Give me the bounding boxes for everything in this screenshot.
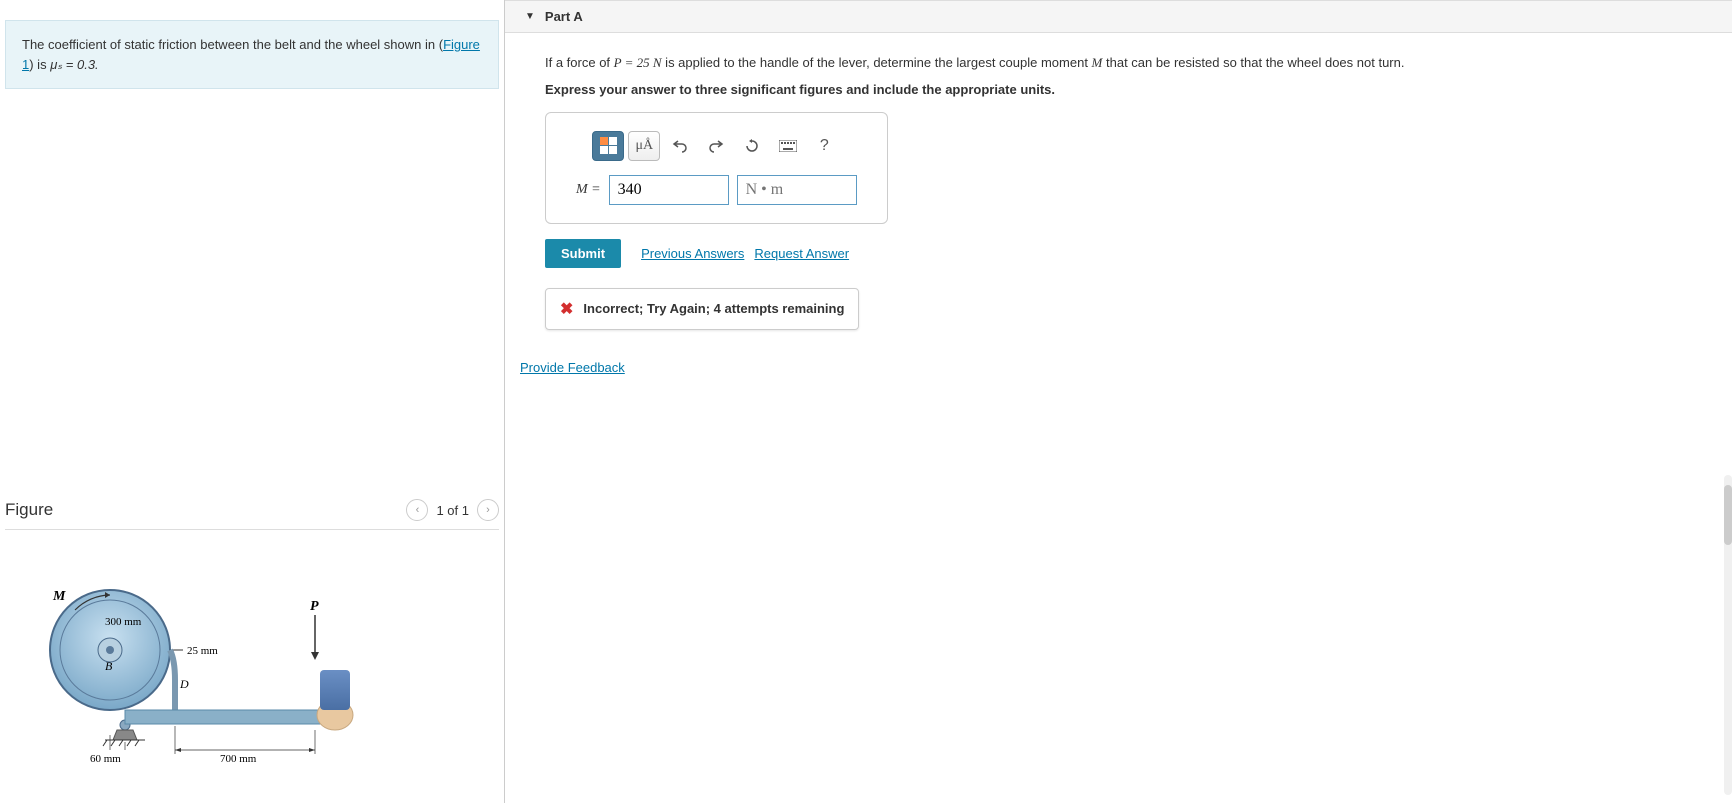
part-a-header[interactable]: ▼ Part A xyxy=(505,0,1732,33)
answer-value-input[interactable] xyxy=(609,175,729,205)
part-a-title: Part A xyxy=(545,9,583,24)
figure-title: Figure xyxy=(5,500,53,520)
answer-box: μÅ ? M = xyxy=(545,112,888,224)
problem-text-after: ) is xyxy=(29,57,50,72)
problem-statement: The coefficient of static friction betwe… xyxy=(5,20,499,89)
help-button[interactable]: ? xyxy=(808,131,840,161)
problem-text: The coefficient of static friction betwe… xyxy=(22,37,443,52)
redo-button[interactable] xyxy=(700,131,732,161)
mu-value: μₛ = 0.3. xyxy=(50,57,98,72)
question-text: If a force of P = 25 N is applied to the… xyxy=(545,53,1692,74)
request-answer-link[interactable]: Request Answer xyxy=(754,246,849,261)
figure-section: Figure ‹ 1 of 1 › xyxy=(0,489,504,803)
incorrect-icon: ✖ xyxy=(560,299,573,319)
units-input[interactable] xyxy=(737,175,857,205)
templates-button[interactable] xyxy=(592,131,624,161)
provide-feedback-link[interactable]: Provide Feedback xyxy=(520,360,625,375)
undo-button[interactable] xyxy=(664,131,696,161)
label-700: 700 mm xyxy=(220,753,257,765)
instruction-text: Express your answer to three significant… xyxy=(545,82,1692,97)
label-B: B xyxy=(105,659,113,673)
keyboard-button[interactable] xyxy=(772,131,804,161)
feedback-box: ✖ Incorrect; Try Again; 4 attempts remai… xyxy=(545,288,859,330)
label-25: 25 mm xyxy=(187,645,218,657)
label-D: D xyxy=(179,677,189,691)
answer-toolbar: μÅ ? xyxy=(576,131,857,161)
special-chars-button[interactable]: μÅ xyxy=(628,131,660,161)
feedback-text: Incorrect; Try Again; 4 attempts remaini… xyxy=(583,301,844,316)
figure-prev-button[interactable]: ‹ xyxy=(406,499,428,521)
label-M: M xyxy=(52,589,66,604)
answer-label-M: M = xyxy=(576,182,601,198)
reset-button[interactable] xyxy=(736,131,768,161)
label-60: 60 mm xyxy=(90,753,121,765)
label-P: P xyxy=(310,599,319,614)
caret-down-icon: ▼ xyxy=(525,11,535,22)
previous-answers-link[interactable]: Previous Answers xyxy=(641,246,744,261)
figure-nav-text: 1 of 1 xyxy=(436,503,469,518)
left-scrollbar[interactable] xyxy=(1724,475,1732,795)
submit-button[interactable]: Submit xyxy=(545,239,621,268)
label-300: 300 mm xyxy=(105,616,142,628)
figure-image: M 300 mm B 25 mm xyxy=(5,550,499,793)
figure-next-button[interactable]: › xyxy=(477,499,499,521)
